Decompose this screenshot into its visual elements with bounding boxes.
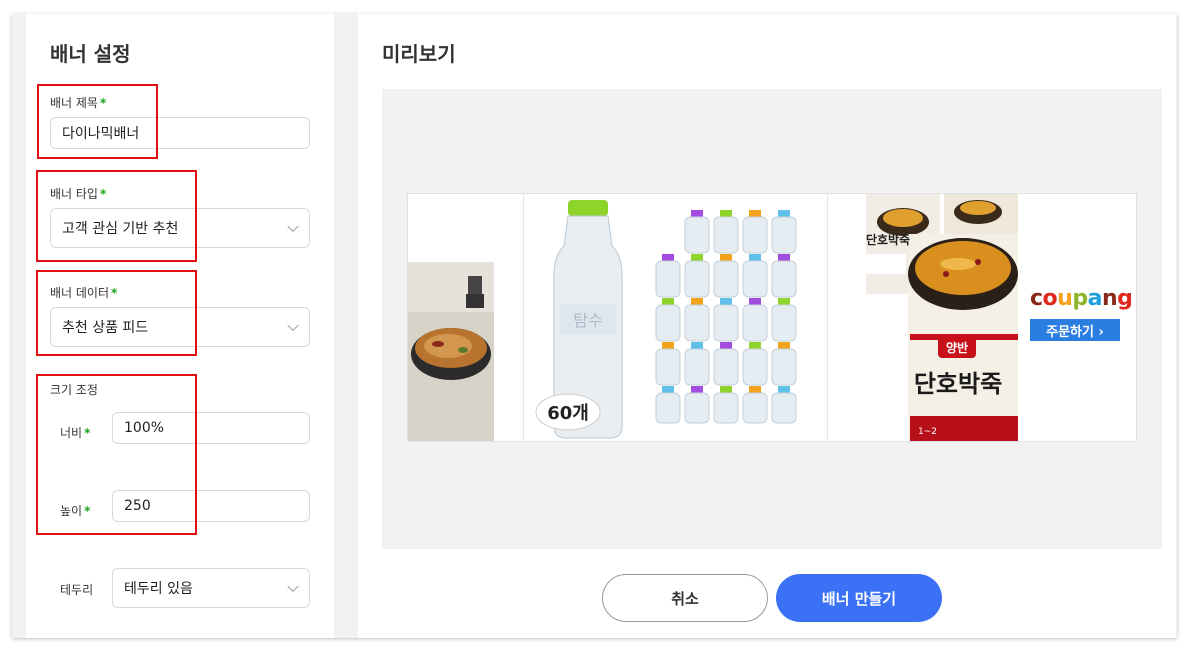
porridge-name-text: 단호박죽 — [914, 369, 1002, 398]
preview-panel: 미리보기 탐수 60개 양반 단호박죽 1~2 단호박죽 coupang 주문하… — [358, 14, 1176, 638]
chevron-down-icon — [287, 580, 299, 593]
product-image-water[interactable]: 탐수 60개 — [524, 194, 827, 441]
highlight-box-size — [36, 374, 197, 535]
banner-preview[interactable]: 탐수 60개 양반 단호박죽 1~2 단호박죽 coupang 주문하기 › — [407, 193, 1137, 442]
product-image-porridge[interactable]: 양반 단호박죽 1~2 단호박죽 — [828, 194, 1018, 441]
cancel-button[interactable]: 취소 — [602, 574, 768, 622]
chevron-down-icon — [287, 319, 299, 332]
border-select[interactable]: 테두리 있음 — [112, 568, 310, 608]
highlight-box-type — [36, 170, 197, 262]
coupang-logo[interactable]: coupangcoupang — [1030, 286, 1133, 311]
porridge-brand-text: 양반 — [946, 340, 968, 355]
highlight-box-title — [37, 84, 158, 159]
chevron-down-icon — [287, 220, 299, 233]
order-button[interactable]: 주문하기 › — [1030, 319, 1120, 341]
product-image-ramen[interactable] — [408, 194, 523, 441]
settings-title: 배너 설정 — [50, 42, 131, 66]
porridge-serving-text: 1~2 — [918, 427, 937, 437]
water-count-badge: 60개 — [547, 403, 589, 424]
highlight-box-data — [36, 270, 197, 356]
porridge-small-name-text: 단호박죽 — [866, 232, 910, 247]
create-banner-button[interactable]: 배너 만들기 — [776, 574, 942, 622]
border-label: 테두리 — [60, 583, 94, 597]
water-brand-text: 탐수 — [573, 311, 602, 330]
preview-title: 미리보기 — [382, 42, 456, 66]
